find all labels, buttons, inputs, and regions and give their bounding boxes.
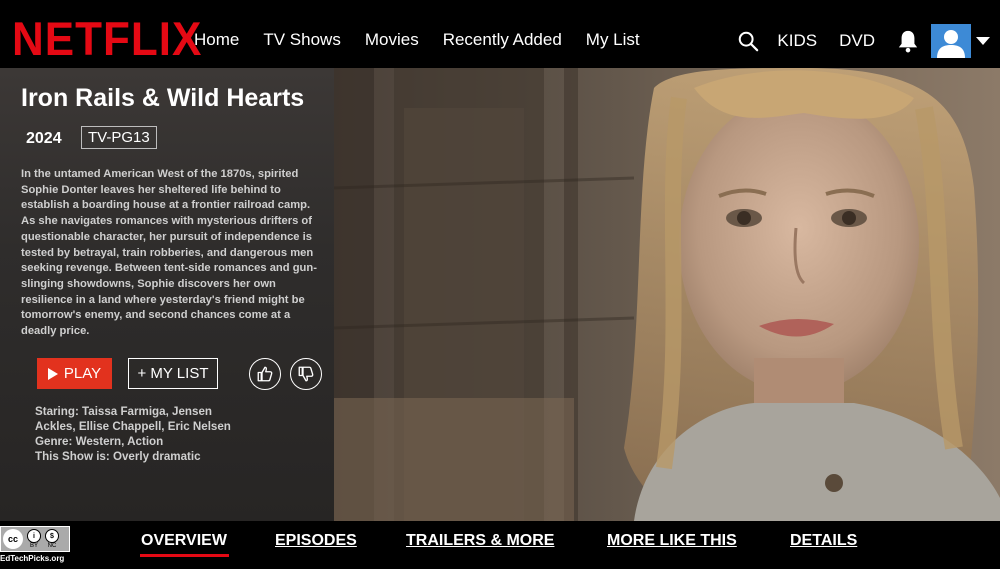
my-list-label: + MY LIST	[137, 365, 209, 382]
genre-text: Genre: Western, Action	[35, 435, 164, 448]
netflix-logo[interactable]: NETFLIX	[12, 15, 202, 64]
thumbs-up-icon	[257, 366, 273, 382]
show-synopsis: In the untamed American West of the 1870…	[21, 168, 317, 338]
right-nav: KIDS DVD	[737, 24, 990, 58]
main-nav: Home TV Shows Movies Recently Added My L…	[194, 29, 664, 51]
bell-icon[interactable]	[897, 29, 919, 53]
chevron-down-icon[interactable]	[976, 37, 990, 45]
thumbs-up-button[interactable]	[249, 358, 281, 390]
search-icon[interactable]	[737, 30, 759, 52]
add-to-my-list-button[interactable]: + MY LIST	[128, 358, 218, 389]
play-button[interactable]: PLAY	[37, 358, 112, 389]
cc-icon: cc	[3, 529, 23, 549]
play-label: PLAY	[63, 365, 102, 382]
nav-dvd[interactable]: DVD	[839, 30, 875, 52]
nav-home[interactable]: Home	[194, 29, 239, 51]
maturity-rating-badge: TV-PG13	[81, 126, 157, 149]
tab-overview[interactable]: OVERVIEW	[141, 532, 227, 550]
tab-episodes[interactable]: EPISODES	[275, 532, 357, 550]
tab-trailers-more[interactable]: TRAILERS & MORE	[406, 532, 554, 550]
starring-text: Staring: Taissa Farmiga, Jensen Ackles, …	[35, 405, 231, 433]
top-navigation-bar: NETFLIX Home TV Shows Movies Recently Ad…	[0, 0, 1000, 68]
profile-avatar[interactable]	[931, 24, 971, 58]
tab-more-like-this[interactable]: MORE LIKE THIS	[607, 532, 737, 550]
attribution-icon: i	[27, 529, 41, 543]
detail-tabs-bar: cc i BY $ NC EdTechPicks.org OVERVIEW EP…	[0, 521, 1000, 569]
show-is-text: This Show is: Overly dramatic	[35, 450, 201, 463]
show-credits: Staring: Taissa Farmiga, Jensen Ackles, …	[35, 404, 235, 464]
cc-license-icon: cc i BY $ NC	[0, 526, 70, 552]
nc-group: $ NC	[45, 529, 59, 549]
show-still-image	[334, 68, 1000, 521]
nav-tv-shows[interactable]: TV Shows	[263, 29, 340, 51]
show-title: Iron Rails & Wild Hearts	[21, 84, 305, 112]
nav-recently-added[interactable]: Recently Added	[443, 29, 562, 51]
nav-kids[interactable]: KIDS	[777, 30, 817, 52]
user-silhouette-icon	[931, 24, 971, 58]
show-info-panel: Iron Rails & Wild Hearts 2024 TV-PG13 In…	[0, 68, 334, 521]
thumbs-down-icon	[298, 366, 314, 382]
creative-commons-badge: cc i BY $ NC EdTechPicks.org	[0, 526, 72, 568]
nav-my-list[interactable]: My List	[586, 29, 640, 51]
release-year: 2024	[26, 130, 62, 147]
nav-movies[interactable]: Movies	[365, 29, 419, 51]
active-tab-indicator	[140, 554, 229, 557]
noncommercial-icon: $	[45, 529, 59, 543]
thumbs-down-button[interactable]	[290, 358, 322, 390]
nc-label: NC	[47, 543, 57, 549]
play-icon	[47, 367, 58, 380]
hero-section: Iron Rails & Wild Hearts 2024 TV-PG13 In…	[0, 68, 1000, 521]
by-group: i BY	[27, 529, 41, 549]
tab-details[interactable]: DETAILS	[790, 532, 857, 550]
by-label: BY	[29, 543, 38, 549]
attribution-site: EdTechPicks.org	[0, 554, 65, 563]
